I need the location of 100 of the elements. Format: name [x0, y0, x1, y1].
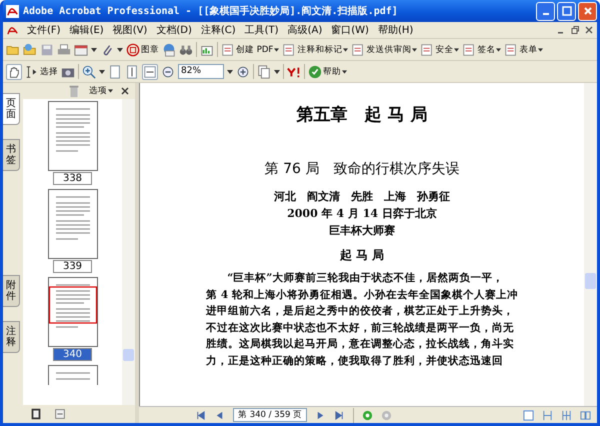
- dropdown-icon[interactable]: [227, 70, 233, 74]
- menu-item[interactable]: 工具(T): [244, 23, 279, 37]
- page-number-label[interactable]: 338: [52, 172, 92, 185]
- minimize-icon: [542, 13, 548, 15]
- page-thumbnail[interactable]: [48, 277, 98, 347]
- dropdown-icon: [538, 48, 544, 52]
- pdf-icon: [6, 4, 19, 18]
- dropdown-icon: [274, 48, 280, 52]
- text-cursor-icon: [25, 64, 39, 78]
- task-button[interactable]: 表单: [504, 42, 544, 56]
- page-number-label[interactable]: 340: [52, 348, 92, 361]
- minimize-button[interactable]: [536, 2, 555, 20]
- dropdown-icon: [343, 48, 348, 52]
- page-icon[interactable]: [108, 64, 122, 78]
- menu-item[interactable]: 窗口(W): [331, 23, 369, 37]
- task-button[interactable]: 发送供审阅: [351, 42, 418, 56]
- restore-icon[interactable]: [571, 26, 579, 34]
- menu-item[interactable]: 文件(F): [27, 23, 61, 37]
- event-line: 巨丰杯大师赛: [329, 223, 395, 239]
- fit-width-icon[interactable]: [142, 64, 158, 80]
- first-page-icon[interactable]: [195, 410, 206, 420]
- scrollbar[interactable]: [122, 99, 135, 405]
- dropdown-icon: [496, 48, 502, 52]
- zoom-field[interactable]: 82%: [178, 64, 224, 79]
- window-icon[interactable]: [74, 42, 88, 56]
- paragraph-line: 力，正是这种正确的策略，使我取得了胜利，并使状态迅速回: [206, 354, 504, 368]
- menu-item[interactable]: 注释(C): [200, 23, 236, 37]
- collapse-icon[interactable]: [53, 407, 67, 421]
- stamp-icon: [126, 42, 140, 56]
- close-icon[interactable]: [121, 87, 129, 95]
- pages-icon[interactable]: [257, 64, 271, 78]
- maximize-button[interactable]: [557, 2, 576, 20]
- task-button[interactable]: 注释和标记: [282, 42, 348, 56]
- zoom-in-icon[interactable]: [236, 64, 250, 78]
- date-line: 2000 年 4 月 14 日弈于北京: [287, 206, 437, 222]
- options-button[interactable]: 选项: [89, 85, 113, 97]
- maximize-icon: [562, 6, 572, 16]
- zoom-in-icon[interactable]: [82, 64, 96, 78]
- previous-page-icon[interactable]: [214, 410, 225, 420]
- two-page-icon[interactable]: [580, 410, 591, 420]
- document-icon: [420, 42, 434, 56]
- checkmark-icon: [308, 64, 322, 78]
- print-icon[interactable]: [57, 42, 71, 56]
- y-logo-icon[interactable]: [287, 64, 301, 78]
- dropdown-icon: [342, 70, 347, 74]
- page-number-field[interactable]: 第 340 / 359 页: [233, 408, 308, 422]
- hand-icon[interactable]: [6, 64, 22, 80]
- section-title: 起 马 局: [340, 247, 384, 264]
- folder-globe-icon[interactable]: [23, 42, 37, 56]
- close-icon[interactable]: [585, 26, 593, 34]
- page-thumbnail[interactable]: [48, 365, 98, 385]
- side-tab[interactable]: 页面: [3, 93, 20, 125]
- document-icon: [351, 42, 366, 56]
- menu-item[interactable]: 编辑(E): [70, 23, 104, 37]
- help-button[interactable]: 帮助: [308, 64, 347, 78]
- page-number-label[interactable]: 339: [52, 260, 92, 273]
- document-icon: [504, 42, 518, 56]
- page-view-icon[interactable]: [29, 407, 43, 421]
- dropdown-icon[interactable]: [91, 48, 97, 52]
- menu-item[interactable]: 高级(A): [288, 23, 322, 37]
- last-page-icon[interactable]: [334, 410, 346, 420]
- dropdown-icon: [412, 48, 418, 52]
- page-thumbnail[interactable]: [48, 101, 98, 171]
- menu-item[interactable]: 帮助(H): [378, 23, 414, 37]
- side-tab[interactable]: 附件: [3, 275, 20, 307]
- document-icon: [282, 42, 296, 56]
- dropdown-icon: [454, 48, 460, 52]
- document-icon: [221, 42, 235, 56]
- dropdown-icon[interactable]: [274, 70, 280, 74]
- paragraph-line: “巨丰杯”大师赛前三轮我由于状态不佳，居然两负一平，: [226, 270, 504, 286]
- paragraph-line: 胜绩。这局棋我以起马开局，意在调整心态，拉长战线，角斗实: [206, 336, 516, 352]
- paragraph-line: 第 4 轮和上海小将孙勇征相遇。小孙在去年全国象棋个人赛上冲: [206, 288, 518, 302]
- scrollbar[interactable]: [584, 83, 597, 406]
- paragraph-line: 进甲组前六名，是后起之秀中的佼佼者，棋艺正处于上升势头，: [206, 304, 516, 319]
- continuous-icon[interactable]: [542, 410, 553, 420]
- single-page-icon[interactable]: [523, 410, 534, 420]
- binoculars-icon[interactable]: [179, 42, 193, 56]
- game-title: 第 76 局 致命的行棋次序失误: [264, 160, 460, 178]
- paragraph-line: 不过在这次比赛中状态也不太好，前三轮战绩是两平一负，尚无: [206, 320, 516, 336]
- document-icon: [462, 42, 476, 56]
- globe-mail-icon[interactable]: [162, 42, 176, 56]
- stamp-button[interactable]: 图章: [126, 42, 159, 56]
- close-button[interactable]: [578, 2, 597, 20]
- menu-item[interactable]: 文档(D): [156, 23, 192, 37]
- fit-height-icon[interactable]: [125, 64, 139, 78]
- chapter-title: 第五章 起 马 局: [296, 104, 428, 126]
- window-title: Adobe Acrobat Professional - [[象棋国手决胜妙局].阎文清.扫描版.pdf]: [23, 4, 399, 18]
- facing-icon[interactable]: [561, 410, 572, 420]
- task-button[interactable]: 安全: [420, 42, 460, 56]
- task-button[interactable]: 创建 PDF: [221, 42, 280, 56]
- side-tab[interactable]: 书签: [3, 139, 20, 171]
- task-button[interactable]: 签名: [462, 42, 502, 56]
- players-line: 河北 阎文清 先胜 上海 孙勇征: [274, 189, 450, 205]
- menu-item[interactable]: 视图(V): [112, 23, 148, 37]
- dropdown-icon[interactable]: [117, 48, 123, 52]
- page-thumbnail[interactable]: [48, 189, 98, 259]
- select-button[interactable]: 选择: [25, 64, 58, 78]
- dropdown-icon[interactable]: [99, 70, 105, 74]
- zoom-out-icon[interactable]: [161, 64, 175, 78]
- side-tab[interactable]: 注释: [3, 321, 20, 353]
